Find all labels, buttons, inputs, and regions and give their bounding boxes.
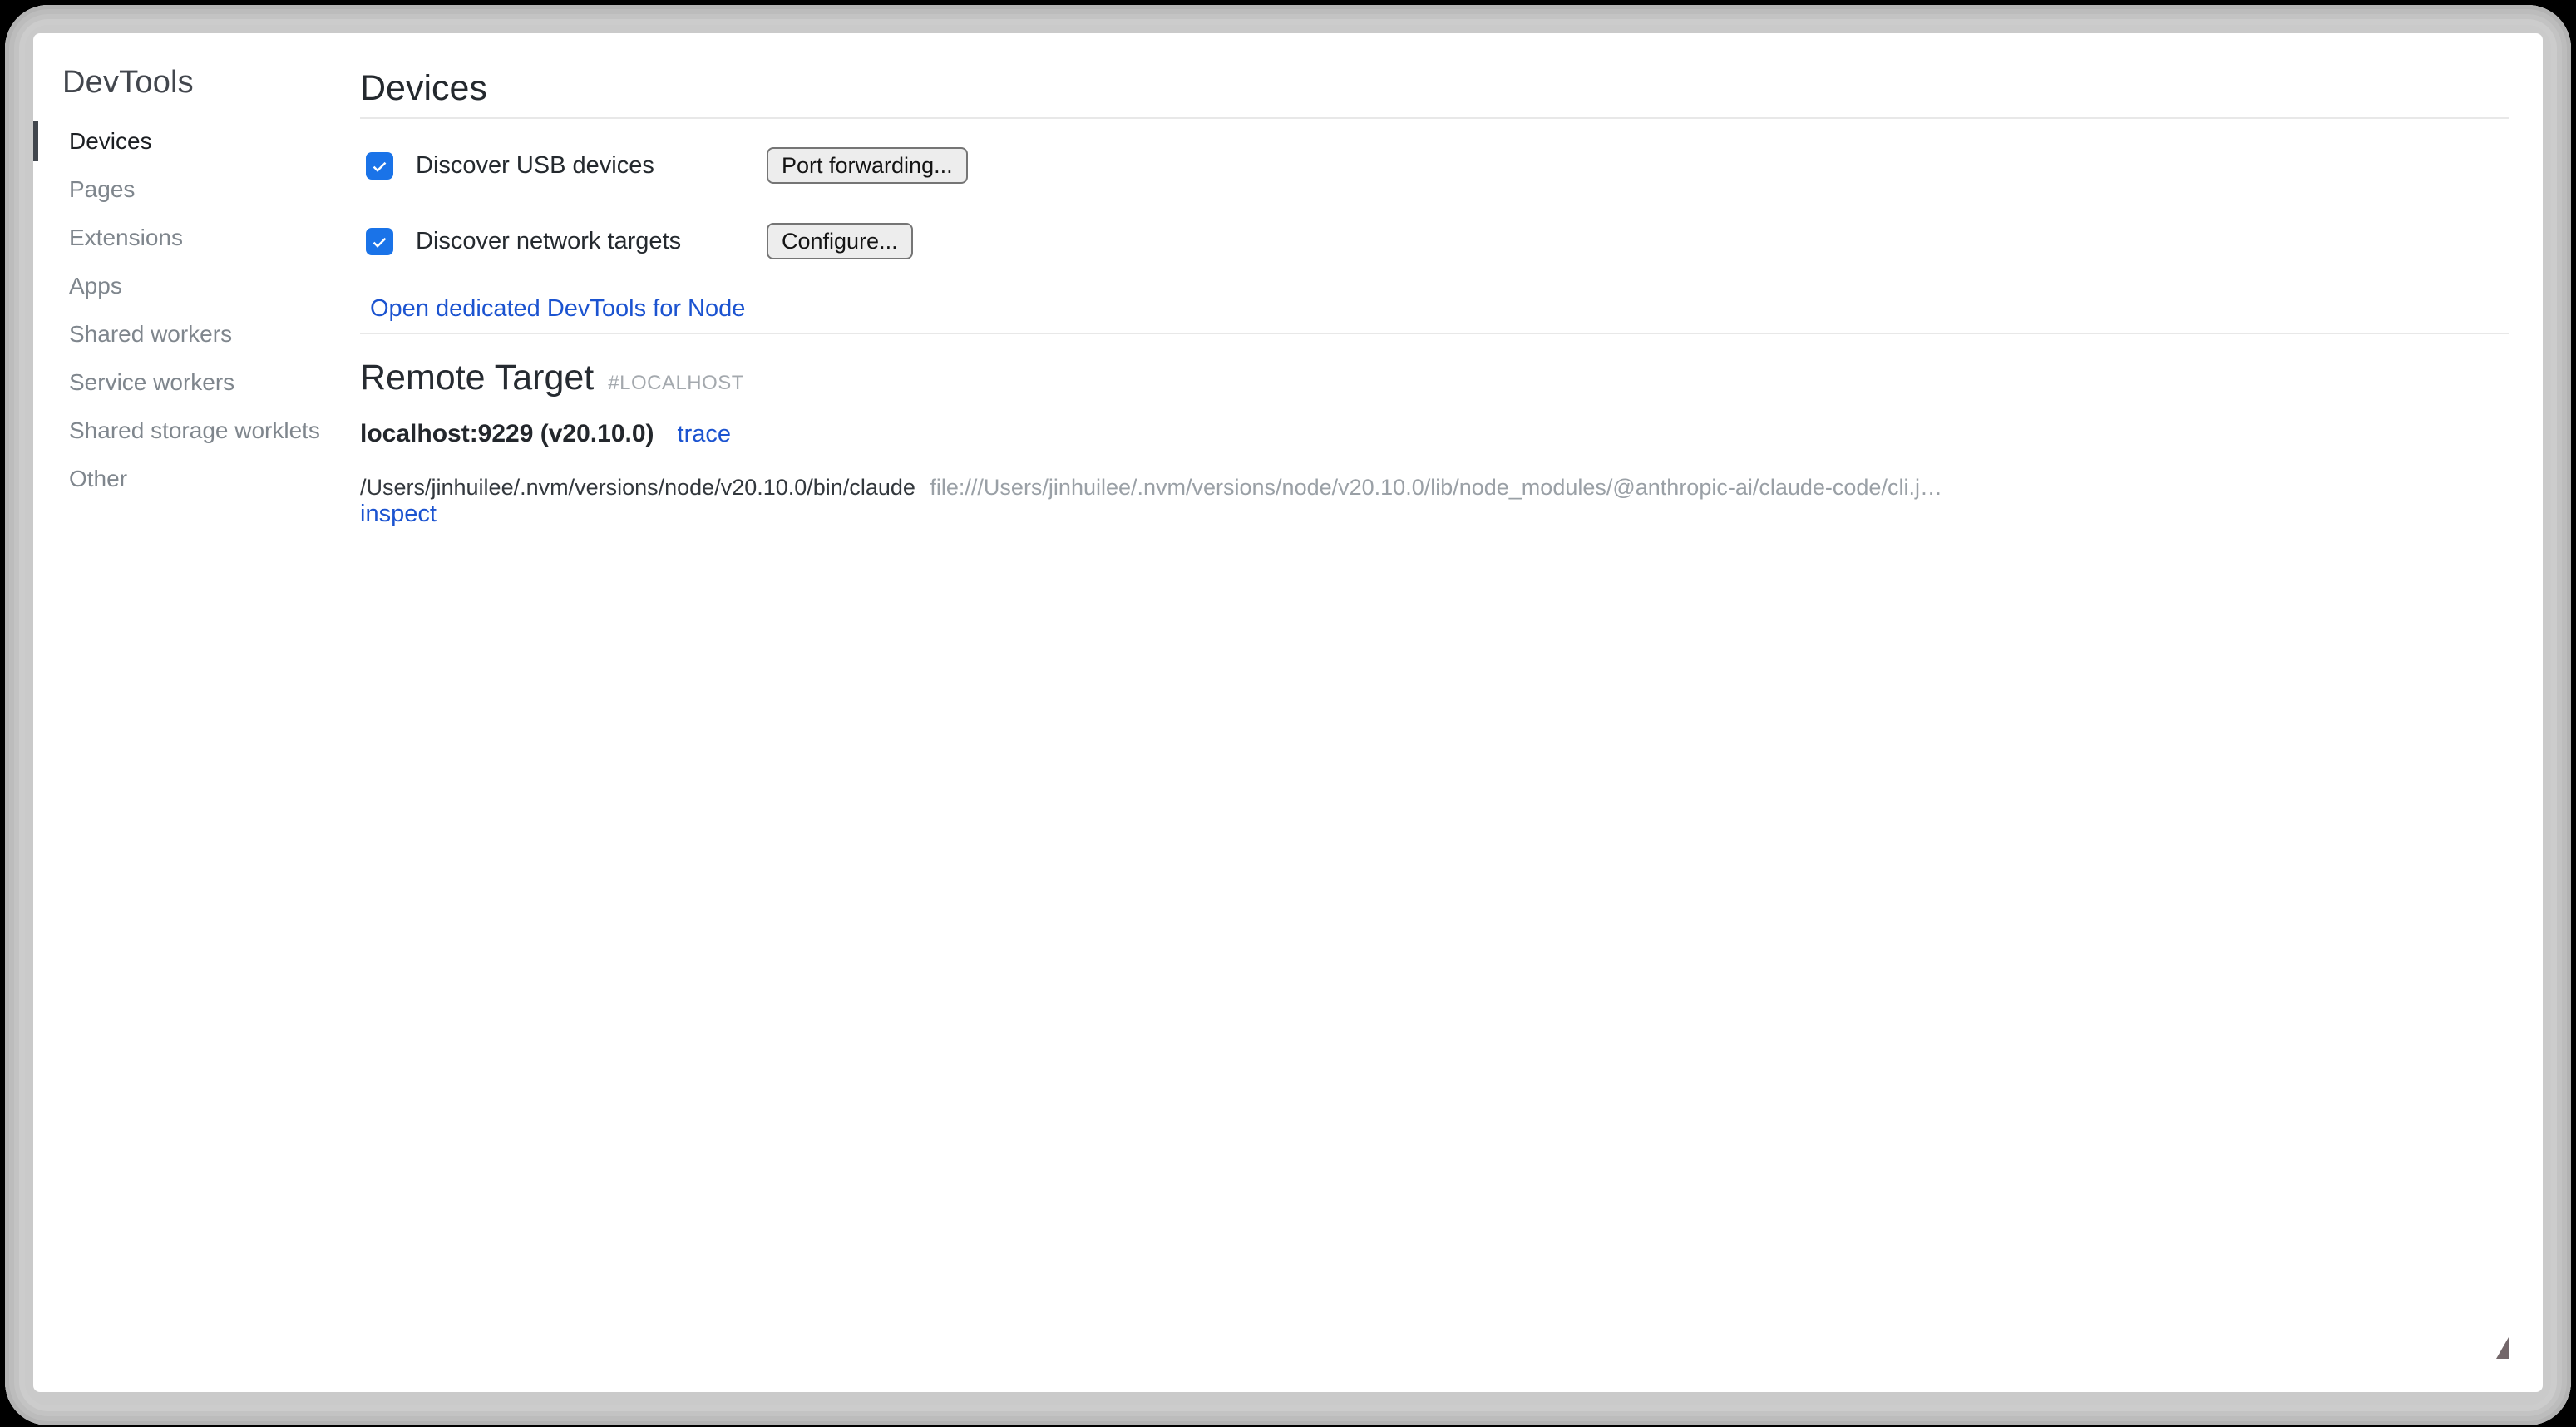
discover-network-cell: Discover network targets [366,228,767,255]
sidebar-item-label: Pages [69,176,135,203]
target-name: localhost:9229 (v20.10.0) [360,420,654,448]
sidebar-item-devices[interactable]: Devices [33,117,360,165]
checkmark-icon [370,156,389,175]
discover-usb-row: Discover USB devices Port forwarding... [366,147,2509,184]
checkmark-icon [370,232,389,251]
sidebar-item-label: Devices [69,128,152,155]
trace-link[interactable]: trace [678,421,731,448]
divider [360,117,2509,119]
localhost-tag: #LOCALHOST [608,372,744,395]
sidebar-item-label: Other [69,466,127,492]
target-row: localhost:9229 (v20.10.0) trace [360,420,2509,448]
remote-target-header: Remote Target #LOCALHOST [360,358,2509,398]
sidebar-item-other[interactable]: Other [33,455,360,503]
sidebar-item-extensions[interactable]: Extensions [33,214,360,262]
devtools-inspect-window: DevTools Devices Pages Extensions Apps S… [33,33,2543,1392]
sidebar-item-shared-storage-worklets[interactable]: Shared storage worklets [33,407,360,455]
sidebar-item-label: Shared storage worklets [69,417,320,444]
configure-button[interactable]: Configure... [767,223,913,259]
sidebar-item-service-workers[interactable]: Service workers [33,358,360,407]
sidebar-item-label: Shared workers [69,321,232,348]
sidebar-item-label: Apps [69,273,122,299]
sidebar-nav: Devices Pages Extensions Apps Shared wor… [33,117,360,503]
page-title: Devices [360,68,2509,109]
sidebar-item-label: Service workers [69,369,234,396]
remote-target-title: Remote Target [360,358,594,398]
open-node-devtools-link[interactable]: Open dedicated DevTools for Node [370,295,745,322]
target-details: /Users/jinhuilee/.nvm/versions/node/v20.… [360,475,2509,527]
discover-network-row: Discover network targets Configure... [366,223,2509,259]
discover-network-checkbox[interactable] [366,228,393,255]
port-forwarding-button[interactable]: Port forwarding... [767,147,968,184]
divider [360,333,2509,334]
discover-usb-checkbox[interactable] [366,152,393,180]
script-url: file:///Users/jinhuilee/.nvm/versions/no… [930,475,1942,500]
sidebar: DevTools Devices Pages Extensions Apps S… [33,33,360,1392]
node-devtools-row: Open dedicated DevTools for Node [370,294,2509,323]
screen-frame: DevTools Devices Pages Extensions Apps S… [5,5,2571,1425]
sidebar-item-apps[interactable]: Apps [33,262,360,310]
target-path-line: /Users/jinhuilee/.nvm/versions/node/v20.… [360,475,2509,501]
discover-usb-cell: Discover USB devices [366,152,767,180]
inspect-line: inspect [360,501,2509,527]
inspect-link[interactable]: inspect [360,501,437,527]
discover-usb-label: Discover USB devices [416,152,654,180]
discover-network-label: Discover network targets [416,228,681,255]
resize-handle-icon[interactable] [2495,1337,2511,1359]
sidebar-item-label: Extensions [69,225,183,251]
sidebar-item-shared-workers[interactable]: Shared workers [33,310,360,358]
process-path: /Users/jinhuilee/.nvm/versions/node/v20.… [360,475,915,500]
sidebar-item-pages[interactable]: Pages [33,165,360,214]
devices-panel: Devices Discover USB devices Port forwar… [360,33,2543,1392]
app-title: DevTools [62,65,360,101]
